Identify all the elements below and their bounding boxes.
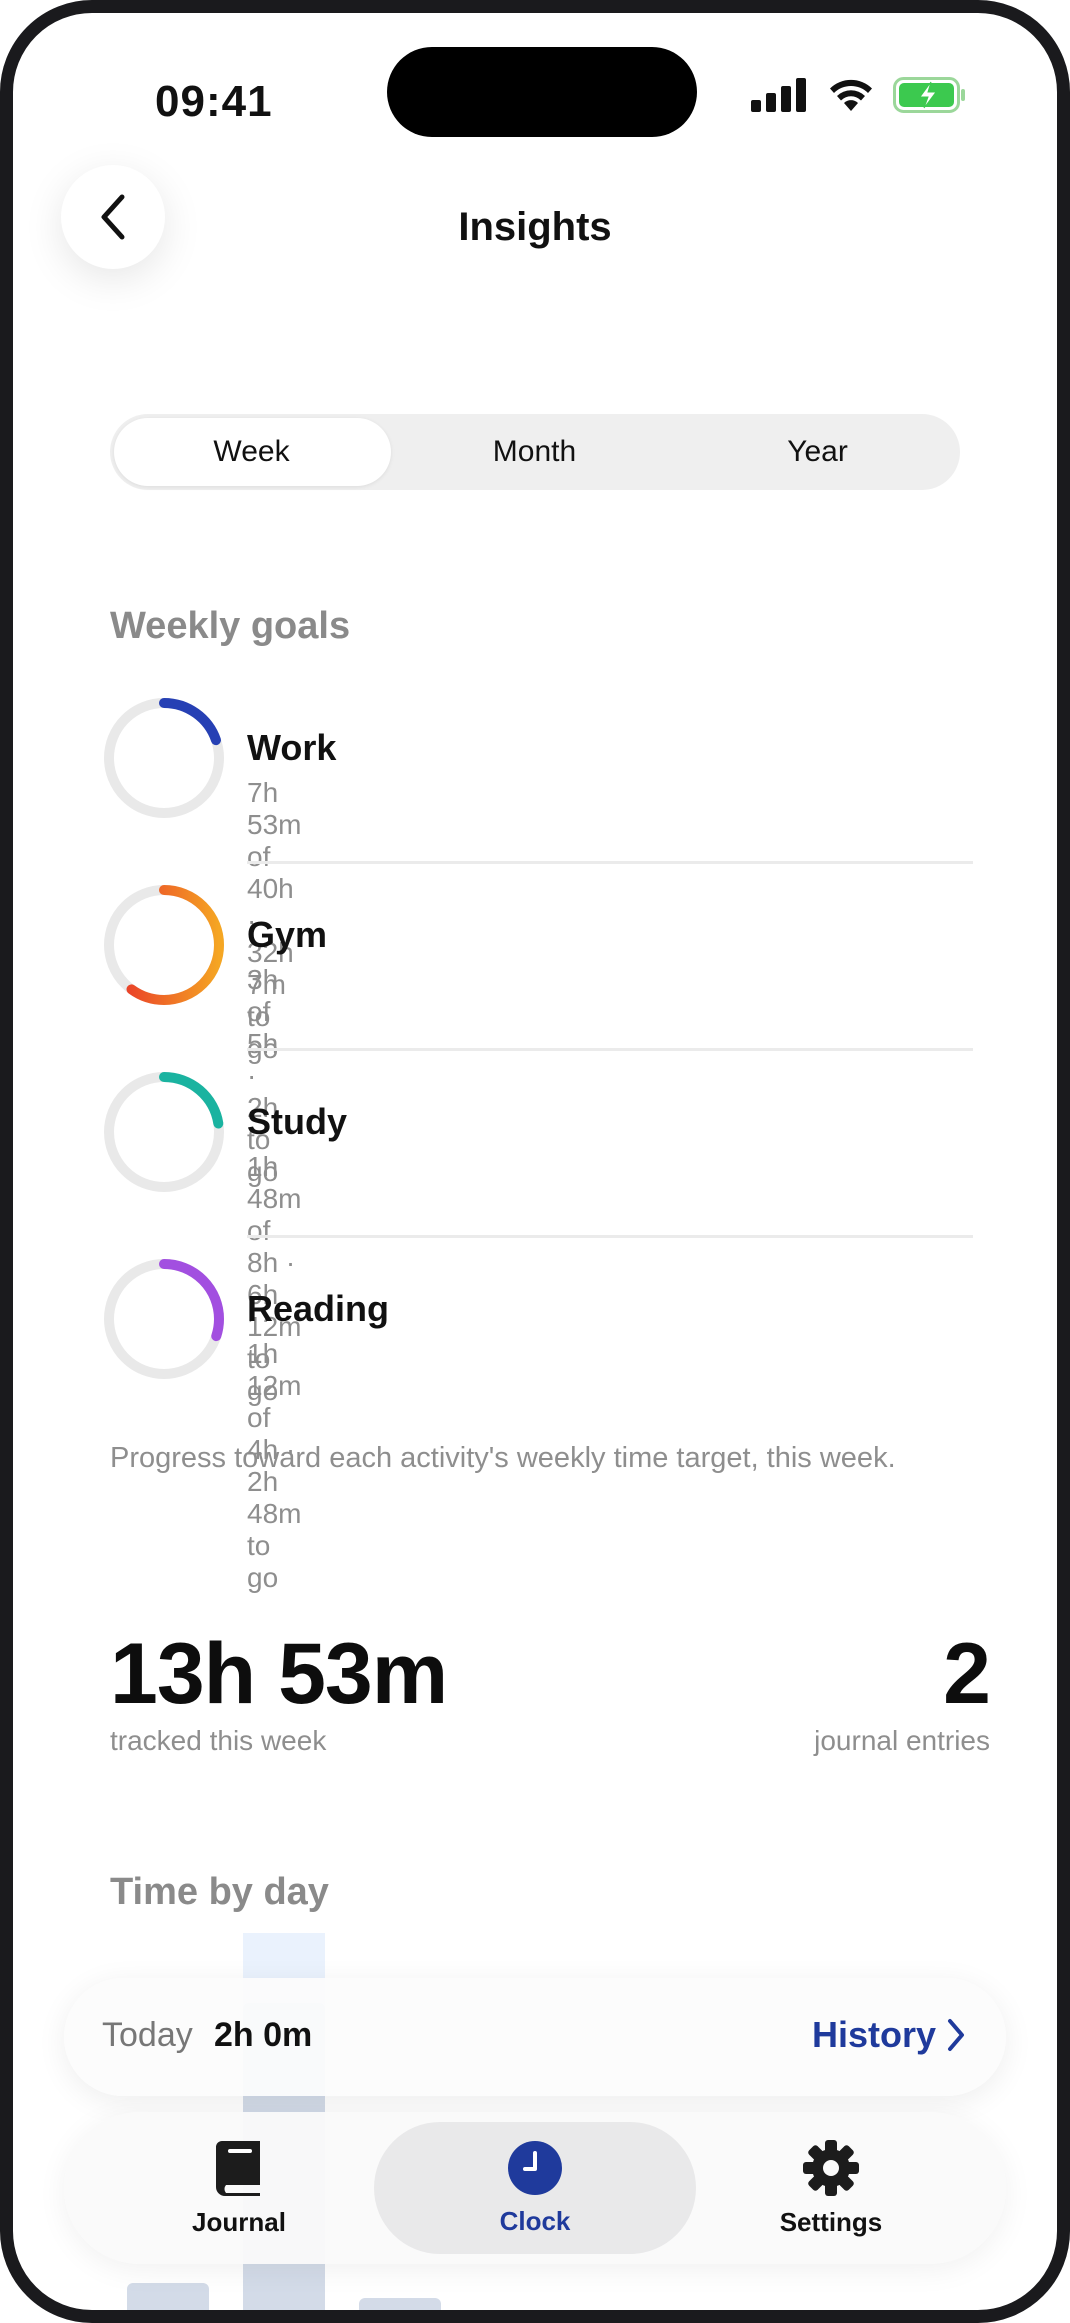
segment-year[interactable]: Year	[676, 414, 959, 490]
dynamic-island	[387, 47, 697, 137]
tab-label: Clock	[499, 2205, 571, 2236]
today-summary-bar: Today 2h 0m History	[64, 1978, 1006, 2096]
divider	[247, 861, 973, 864]
reading-progress-ring	[104, 1259, 224, 1379]
battery-icon	[893, 77, 965, 113]
weekly-goals-caption: Progress toward each activity's weekly t…	[110, 1442, 896, 1474]
tab-settings[interactable]: Settings	[671, 2112, 991, 2264]
chart-bar	[127, 2283, 209, 2310]
period-segmented-control: Week Month Year	[110, 414, 960, 490]
weekly-goals-heading: Weekly goals	[110, 605, 351, 647]
book-icon	[216, 2140, 260, 2196]
divider	[247, 1048, 973, 1051]
status-time: 09:41	[155, 77, 273, 126]
gym-progress-ring	[104, 885, 224, 1005]
status-icons	[751, 73, 967, 117]
today-value: 2h 0m	[214, 2016, 313, 2054]
goal-name: Study	[247, 1101, 348, 1142]
signal-icon	[751, 78, 806, 112]
goal-name: Reading	[247, 1288, 390, 1329]
journal-entries-count: 2	[943, 1626, 991, 1722]
chart-bar	[359, 2298, 441, 2310]
page-title: Insights	[458, 205, 612, 249]
work-progress-ring	[104, 698, 224, 818]
journal-entries-label: journal entries	[814, 1725, 990, 1756]
segment-week[interactable]: Week	[110, 414, 393, 490]
goal-name: Gym	[247, 914, 328, 955]
tracked-total: 13h 53m	[110, 1626, 448, 1722]
tab-journal[interactable]: Journal	[79, 2112, 399, 2264]
clock-icon	[508, 2140, 562, 2195]
tab-label: Settings	[779, 2206, 883, 2237]
goal-name: Work	[247, 727, 337, 768]
phone-frame: 09:41 Insights Week Month Year Weekly go…	[0, 0, 1070, 2323]
time-by-day-heading: Time by day	[110, 1871, 329, 1913]
history-label: History	[811, 2014, 936, 2055]
tab-bar: Journal Clock Settings	[64, 2112, 1006, 2264]
tab-clock[interactable]: Clock	[375, 2112, 695, 2264]
gear-icon	[803, 2139, 859, 2196]
today-label: Today	[102, 2016, 193, 2054]
chevron-right-icon	[948, 2019, 964, 2051]
segment-month[interactable]: Month	[393, 414, 676, 490]
study-progress-ring	[104, 1072, 224, 1192]
tracked-label: tracked this week	[110, 1725, 327, 1756]
history-link[interactable]: History	[812, 2014, 966, 2056]
tab-label: Journal	[192, 2206, 286, 2237]
divider	[247, 1235, 973, 1238]
wifi-icon	[830, 79, 872, 111]
